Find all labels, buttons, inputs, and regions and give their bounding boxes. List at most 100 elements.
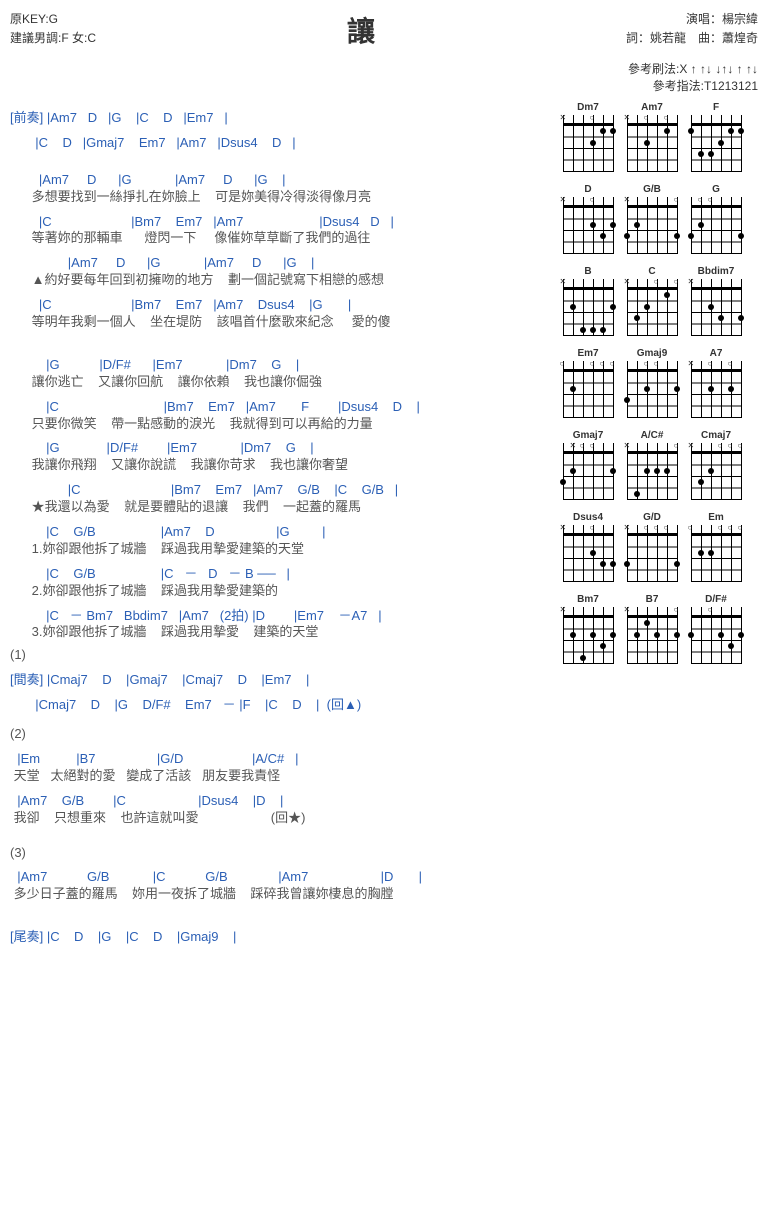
lyric-line: 讓你逃亡 又讓你回航 讓你依賴 我也讓你倔強 [10,374,548,391]
chord-name: A/C# [622,430,682,441]
chord-name: G [686,184,746,195]
chord-name: Dm7 [558,102,618,113]
lyric-line: (1) [10,647,548,664]
lyricist-composer: 詞：姚若龍 曲：蕭煌奇 [626,29,758,48]
fretboard: ○ [691,607,742,664]
fretboard: ✕ [563,279,614,336]
chord-name: Gmaj7 [558,430,618,441]
lyric-line: 多想要找到一絲掙扎在妳臉上 可是妳美得冷得淡得像月亮 [10,189,548,206]
chord-diagram-gmaj7: Gmaj7 ✕○○ [558,430,618,500]
fretboard: ✕○ [563,197,614,254]
chord-name: D [558,184,618,195]
chord-line: [尾奏] |C D |G |C D |Gmaj9 | [10,929,548,946]
chord-diagram-b: B✕ [558,266,618,336]
content-area: [前奏] |Am7 D |G |C D |Em7 | |C D |Gmaj7 E… [10,102,758,946]
song-title: 讓 [96,10,626,50]
fretboard: ✕○ [627,607,678,664]
lyric-line: 我讓你飛翔 又讓你說謊 我讓你苛求 我也讓你奢望 [10,457,548,474]
chord-line: |Em |B7 |G/D |A/C# | [10,751,548,768]
lyrics-column: [前奏] |Am7 D |G |C D |Em7 | |C D |Gmaj7 E… [10,102,548,946]
lyric-line: 我卻 只想重來 也許這就叫愛 (回★) [10,810,548,827]
chord-name: C [622,266,682,277]
chord-diagrams-grid: Dm7✕○Am7✕○○FD✕○G/B✕○G○○B✕C✕○○Bbdim7✕Em7○… [558,102,758,672]
chord-line: |C G/B |Am7 D |G | [10,524,548,541]
chord-line: [間奏] |Cmaj7 D |Gmaj7 |Cmaj7 D |Em7 | [10,672,548,689]
chord-line: |C |Bm7 Em7 |Am7 Dsus4 |G | [10,297,548,314]
header: 原KEY:G 建議男調:F 女:C 讓 演唱：楊宗緯 詞：姚若龍 曲：蕭煌奇 [10,10,758,50]
lyric-line: ▲約好要每年回到初擁吻的地方 劃一個記號寫下相戀的感想 [10,272,548,289]
play-patterns: 參考刷法:X ↑ ↑↓ ↓↑↓ ↑ ↑↓ 參考指法:T1213121 [10,60,758,94]
lyric-line: (2) [10,726,548,743]
chord-diagram-gb: G/B ✕○ [622,184,682,254]
chord-name: D/F# [686,594,746,605]
chord-diagram-g: G ○○ [686,184,746,254]
lyric-line: (3) [10,845,548,862]
chord-diagram-bm7: Bm7✕ [558,594,618,664]
chord-name: Dsus4 [558,512,618,523]
key-info: 原KEY:G 建議男調:F 女:C [10,10,96,48]
fretboard: ✕○○ [691,361,742,418]
lyric-line: 3.妳卻跟他拆了城牆 踩過我用摯愛 建築的天堂 [10,624,548,641]
chord-name: Bm7 [558,594,618,605]
fretboard: ✕○○○ [691,443,742,500]
finger-pattern: 參考指法:T1213121 [10,77,758,94]
chord-diagram-em7: Em7 ○○○○ [558,348,618,418]
chord-line: |Am7 G/B |C G/B |Am7 |D | [10,869,548,886]
fretboard: ✕○ [563,525,614,582]
chord-name: Gmaj9 [622,348,682,359]
chord-line: |C D |Gmaj7 Em7 |Am7 |Dsus4 D | [10,135,548,152]
chord-name: Cmaj7 [686,430,746,441]
credits: 演唱：楊宗緯 詞：姚若龍 曲：蕭煌奇 [626,10,758,48]
chord-diagram-gd: G/D ✕○○○ [622,512,682,582]
chord-name: Bbdim7 [686,266,746,277]
fretboard: ○○ [691,197,742,254]
chord-diagram-c: C ✕○○ [622,266,682,336]
chord-name: G/D [622,512,682,523]
chord-line: |C |Bm7 Em7 |Am7 F |Dsus4 D | [10,399,548,416]
chord-name: B [558,266,618,277]
original-key: 原KEY:G [10,10,96,29]
fretboard: ✕○ [563,115,614,172]
chord-name: A7 [686,348,746,359]
chord-name: G/B [622,184,682,195]
fretboard: ✕○ [627,197,678,254]
lyric-line: 2.妳卻跟他拆了城牆 踩過我用摯愛建築的 [10,583,548,600]
chord-name: Em7 [558,348,618,359]
fretboard: ✕○○○ [627,525,678,582]
chord-diagram-bbdim7: Bbdim7 ✕ [686,266,746,336]
lyric-line: ★我還以為愛 就是要體貼的退讓 我們 一起蓋的羅馬 [10,499,548,516]
chord-diagram-cmaj7: Cmaj7 ✕○○○ [686,430,746,500]
chord-name: Am7 [622,102,682,113]
chord-name: F [686,102,746,113]
chord-line: |C － Bm7 Bbdim7 |Am7 (2拍) |D |Em7 －A7 | [10,608,548,625]
fretboard: ✕○○ [627,279,678,336]
chord-line: [前奏] |Am7 D |G |C D |Em7 | [10,110,548,127]
fretboard: ○○○○ [691,525,742,582]
chord-diagram-df: D/F# ○ [686,594,746,664]
chord-diagram-f: F [686,102,746,172]
fretboard: ○○○○ [563,361,614,418]
chord-line: |Am7 G/B |C |Dsus4 |D | [10,793,548,810]
lyric-line: 天堂 太絕對的愛 變成了活該 朋友要我責怪 [10,768,548,785]
lyric-line: 1.妳卻跟他拆了城牆 踩過我用摯愛建築的天堂 [10,541,548,558]
chord-line: |G |D/F# |Em7 |Dm7 G | [10,440,548,457]
chord-diagram-b7: B7✕○ [622,594,682,664]
lyric-line: 只要你微笑 帶一點感動的淚光 我就得到可以再給的力量 [10,416,548,433]
chord-diagram-em: Em ○○○○ [686,512,746,582]
chord-line: |C |Bm7 Em7 |Am7 |Dsus4 D | [10,214,548,231]
chord-diagrams-column: Dm7✕○Am7✕○○FD✕○G/B✕○G○○B✕C✕○○Bbdim7✕Em7○… [558,102,758,946]
chord-diagram-gmaj9: Gmaj9○○ [622,348,682,418]
chord-line: |G |D/F# |Em7 |Dm7 G | [10,357,548,374]
chord-diagram-am7: Am7✕○○ [622,102,682,172]
lyric-line: 多少日子蓋的羅馬 妳用一夜拆了城牆 踩碎我曾讓妳棲息的胸膛 [10,886,548,903]
fretboard: ✕ [691,279,742,336]
chord-line: |Am7 D |G |Am7 D |G | [10,255,548,272]
suggested-key: 建議男調:F 女:C [10,29,96,48]
chord-name: Em [686,512,746,523]
fretboard: ✕○○ [563,443,614,500]
chord-diagram-ac: A/C# ✕○ [622,430,682,500]
chord-diagram-dm7: Dm7 ✕○ [558,102,618,172]
chord-diagram-d: D ✕○ [558,184,618,254]
fretboard: ✕○ [627,443,678,500]
fretboard [691,115,742,172]
